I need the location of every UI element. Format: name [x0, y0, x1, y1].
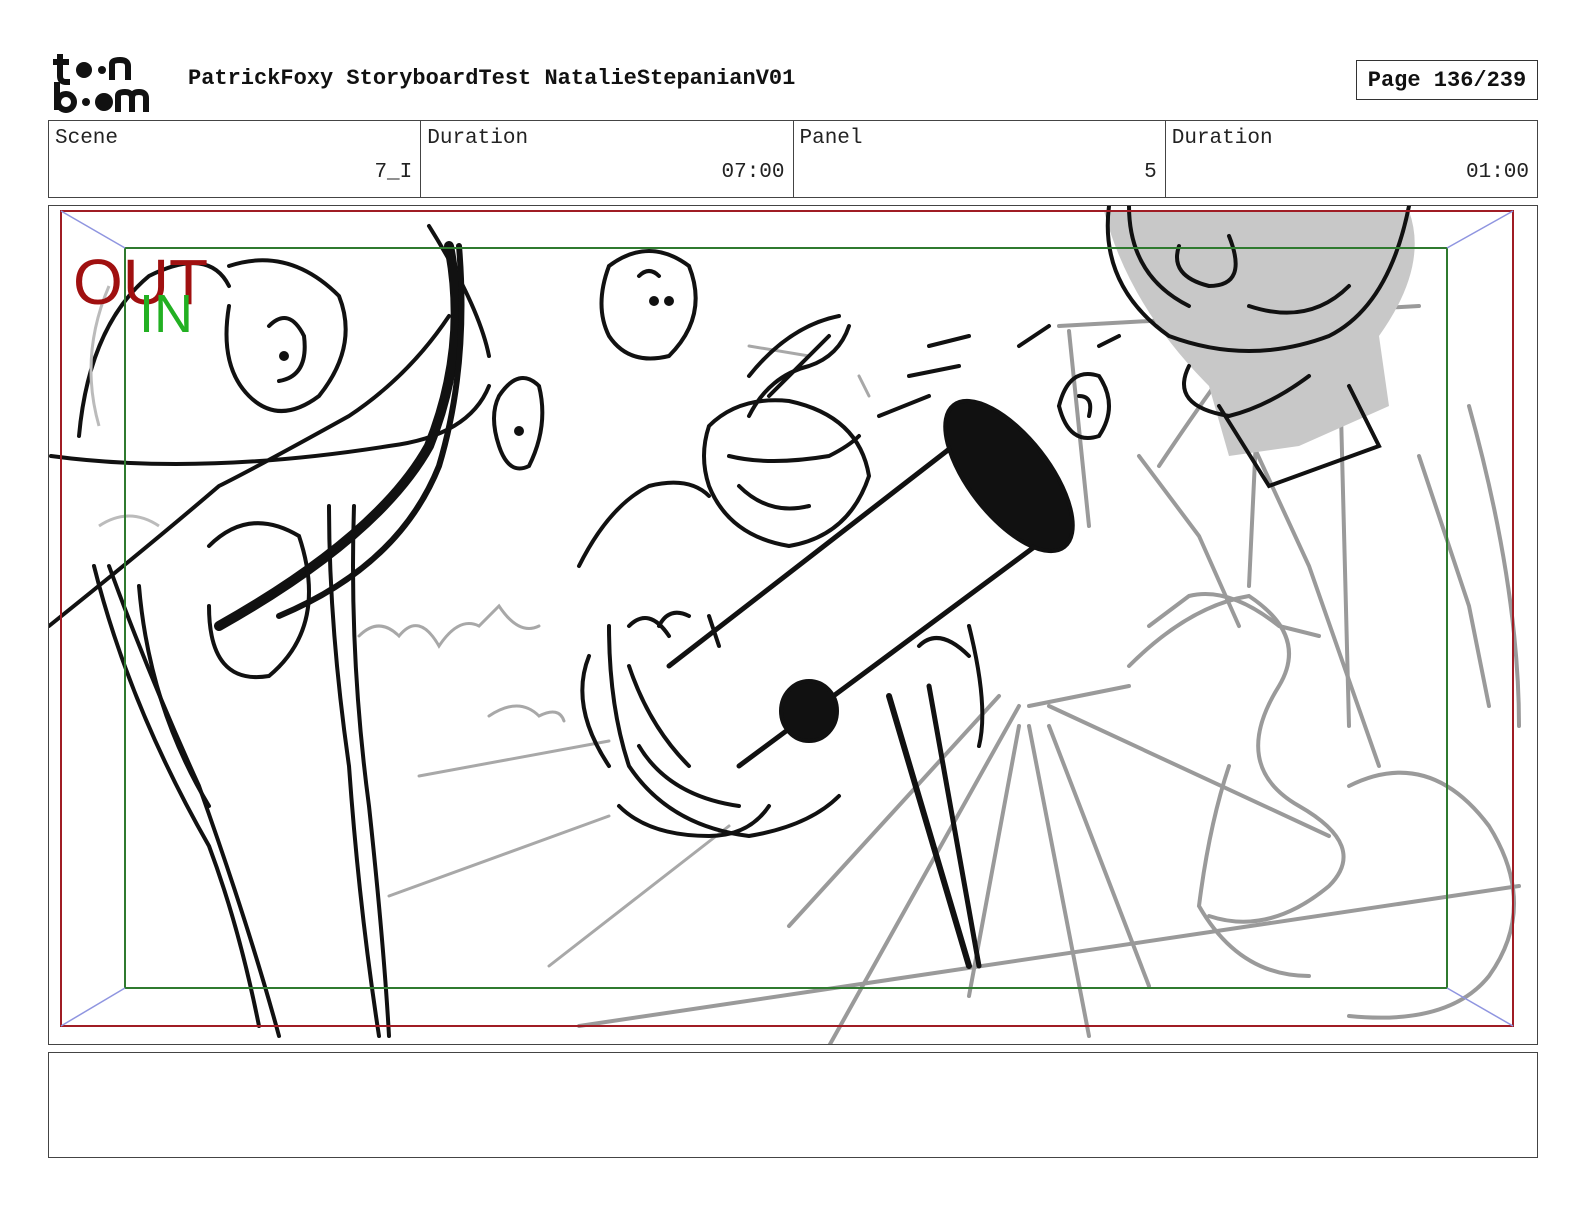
panel-duration-value: 01:00 — [1465, 161, 1529, 184]
scene-duration-label: Duration — [427, 127, 529, 150]
panel-sketch: OUT IN — [49, 206, 1521, 1044]
panel-cell: Panel 5 — [794, 121, 1166, 197]
storyboard-title: PatrickFoxy StoryboardTest NatalieStepan… — [188, 66, 796, 91]
panel-duration-label: Duration — [1171, 127, 1273, 150]
panel-value: 5 — [1144, 161, 1157, 184]
panel-notes-box[interactable] — [48, 1052, 1538, 1158]
storyboard-panel-image: OUT IN — [48, 205, 1538, 1045]
scene-duration-cell: Duration 07:00 — [421, 121, 794, 197]
scene-duration-value: 07:00 — [721, 161, 785, 184]
panel-info-row: Scene 7_I Duration 07:00 Panel 5 Duratio… — [48, 120, 1538, 198]
scene-cell: Scene 7_I — [49, 121, 422, 197]
in-frame-label: IN — [139, 284, 193, 344]
scene-label: Scene — [55, 127, 119, 150]
panel-label: Panel — [799, 127, 863, 150]
scene-value: 7_I — [374, 161, 413, 184]
toon-boom-logo — [50, 50, 166, 114]
page-indicator: Page 136/239 — [1356, 60, 1538, 100]
panel-duration-cell: Duration 01:00 — [1166, 121, 1537, 197]
